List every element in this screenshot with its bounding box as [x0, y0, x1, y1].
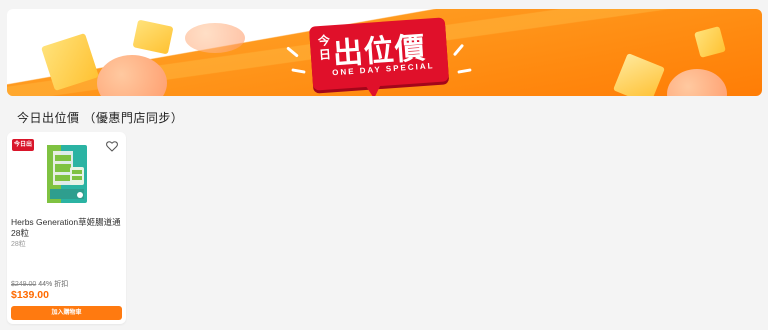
product-card[interactable]: 今日出位價 Herbs Generation草姬腸道通28粒 28粒 $249.… — [7, 132, 126, 324]
badge-tail — [365, 83, 383, 96]
product-image[interactable] — [44, 143, 90, 205]
badge-today-label: 今日 — [317, 33, 332, 63]
price-info: $249.00 44% 折扣 — [11, 279, 68, 289]
product-name[interactable]: Herbs Generation草姬腸道通28粒 — [11, 217, 123, 239]
add-to-cart-button[interactable]: 加入購物車 — [11, 306, 122, 320]
section-title: 今日出位價 （優惠門店同步） — [17, 111, 184, 125]
promo-banner[interactable]: 今日 出位價 ONE DAY SPECIAL — [7, 9, 762, 96]
product-desc: 28粒 — [11, 241, 26, 248]
promo-tag: 今日出位價 — [12, 139, 34, 160]
banner-decor-blob — [185, 23, 245, 53]
original-price: $249.00 — [11, 281, 37, 288]
discount-label: 44% 折扣 — [38, 281, 69, 288]
sale-price: $139.00 — [11, 289, 49, 301]
one-day-special-badge: 今日 出位價 ONE DAY SPECIAL — [308, 17, 450, 96]
heart-outline-icon[interactable] — [105, 139, 119, 153]
